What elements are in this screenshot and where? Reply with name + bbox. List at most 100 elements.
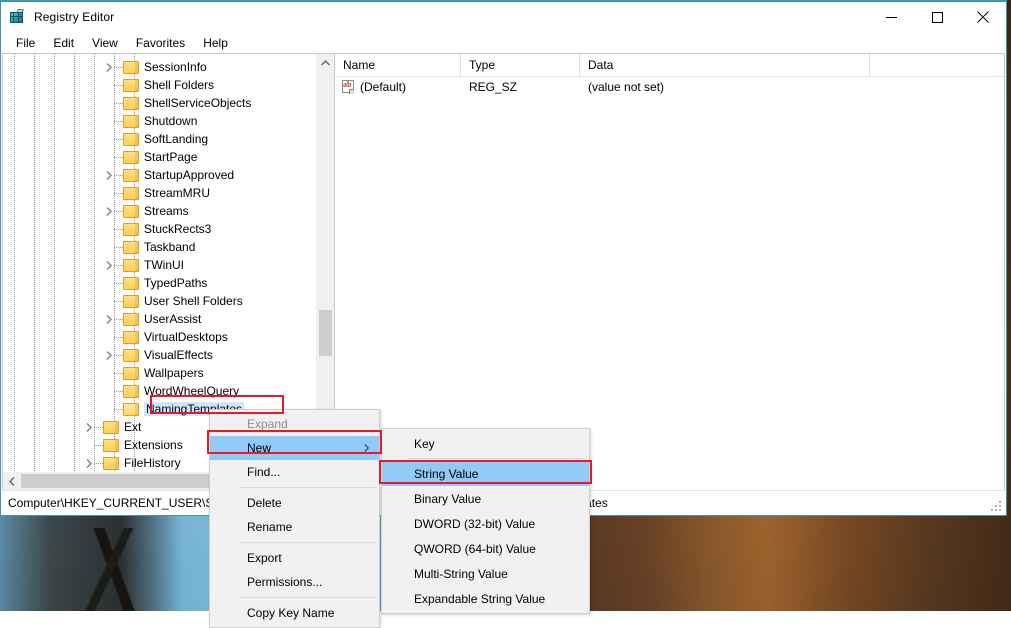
values-column-headers: Name Type Data: [335, 54, 1004, 77]
tree-item-virtualdesktops[interactable]: VirtualDesktops: [3, 328, 317, 346]
folder-icon: [123, 115, 139, 128]
tree-item-userassist[interactable]: UserAssist: [3, 310, 317, 328]
value-name-text: (Default): [360, 80, 407, 94]
tree-item-label: Ext: [124, 420, 142, 434]
tree-item-sessioninfo[interactable]: SessionInfo: [3, 58, 317, 76]
submenu-item-qword-64-bit-value[interactable]: QWORD (64-bit) Value: [382, 536, 589, 561]
context-menu-item-find[interactable]: Find...: [210, 460, 379, 484]
close-button[interactable]: [960, 2, 1006, 32]
submenu-item-expandable-string-value[interactable]: Expandable String Value: [382, 586, 589, 611]
submenu-item-multi-string-value[interactable]: Multi-String Value: [382, 561, 589, 586]
values-rows: ab (Default) REG_SZ (value not set): [335, 77, 1004, 97]
tree-item-shutdown[interactable]: Shutdown: [3, 112, 317, 130]
tree-connector-line: [114, 157, 123, 158]
menu-separator: [240, 542, 377, 543]
scroll-up-button[interactable]: [317, 54, 334, 71]
tree-item-label: VisualEffects: [144, 348, 213, 362]
context-menu-item-rename[interactable]: Rename: [210, 515, 379, 539]
submenu-item-key[interactable]: Key: [382, 431, 589, 456]
tree-item-softlanding[interactable]: SoftLanding: [3, 130, 317, 148]
folder-icon: [123, 97, 139, 110]
submenu-item-binary-value[interactable]: Binary Value: [382, 486, 589, 511]
tree-connector-line: [114, 391, 123, 392]
tree-item-wallpapers[interactable]: Wallpapers: [3, 364, 317, 382]
wallpaper-tree-silhouette: [40, 528, 190, 611]
tree-item-label: VirtualDesktops: [144, 330, 228, 344]
context-menu-item-expand: Expand: [210, 412, 379, 436]
column-header-data[interactable]: Data: [580, 54, 870, 77]
folder-icon: [123, 61, 139, 74]
tree-connector-line: [114, 337, 123, 338]
tree-item-label: ShellServiceObjects: [144, 96, 252, 110]
menu-file[interactable]: File: [7, 34, 44, 52]
tree-connector-line: [114, 319, 123, 320]
context-menu-item-permissions[interactable]: Permissions...: [210, 570, 379, 594]
tree-item-taskband[interactable]: Taskband: [3, 238, 317, 256]
folder-icon: [123, 385, 139, 398]
tree-context-menu[interactable]: Expand New Find... Delete Rename Export Permis…: [209, 409, 380, 628]
tree-item-label: Taskband: [144, 240, 196, 254]
main-panes: SessionInfo Shell Folders ShellServiceObje…: [2, 53, 1005, 491]
tree-connector-line: [94, 445, 103, 446]
tree-item-label: StartPage: [144, 150, 198, 164]
tree-item-streammru[interactable]: StreamMRU: [3, 184, 317, 202]
tree-item-twinui[interactable]: TWinUI: [3, 256, 317, 274]
folder-icon: [123, 331, 139, 344]
context-menu-item-delete[interactable]: Delete: [210, 491, 379, 515]
scroll-left-button[interactable]: [3, 473, 20, 490]
tree-item-label: UserAssist: [144, 312, 202, 326]
tree-item-shellserviceobjects[interactable]: ShellServiceObjects: [3, 94, 317, 112]
tree-item-label: StartupApproved: [144, 168, 235, 182]
registry-editor-icon: [9, 9, 25, 25]
folder-icon: [123, 259, 139, 272]
menu-bar: File Edit View Favorites Help: [1, 32, 1006, 53]
tree-item-visualeffects[interactable]: VisualEffects: [3, 346, 317, 364]
tree-item-label: TWinUI: [144, 258, 184, 272]
tree-connector-line: [114, 175, 123, 176]
tree-item-startupapproved[interactable]: StartupApproved: [3, 166, 317, 184]
context-menu-item-new[interactable]: New: [210, 436, 379, 460]
tree-scroll-thumb[interactable]: [319, 310, 332, 356]
tree-item-wordwheelquery[interactable]: WordWheelQuery: [3, 382, 317, 400]
table-row[interactable]: ab (Default) REG_SZ (value not set): [335, 77, 1004, 97]
column-header-type[interactable]: Type: [461, 54, 580, 77]
tree-item-streams[interactable]: Streams: [3, 202, 317, 220]
submenu-item-string-value[interactable]: String Value: [382, 461, 589, 486]
window-title: Registry Editor: [34, 10, 115, 24]
folder-icon: [103, 421, 119, 434]
menu-edit[interactable]: Edit: [44, 34, 83, 52]
tree-item-user-shell-folders[interactable]: User Shell Folders: [3, 292, 317, 310]
folder-icon: [103, 457, 119, 470]
tree-item-shell-folders[interactable]: Shell Folders: [3, 76, 317, 94]
tree-connector-line: [114, 301, 123, 302]
folder-icon: [123, 349, 139, 362]
tree-item-typedpaths[interactable]: TypedPaths: [3, 274, 317, 292]
context-menu-item-label: Export: [247, 551, 282, 565]
tree-item-label: Shell Folders: [144, 78, 215, 92]
folder-icon: [123, 205, 139, 218]
submenu-item-dword-32-bit-value[interactable]: DWORD (32-bit) Value: [382, 511, 589, 536]
chevron-right-icon: [364, 441, 370, 455]
menu-view[interactable]: View: [83, 34, 127, 52]
registry-values-pane[interactable]: Name Type Data ab (Default) REG_SZ (value n…: [334, 53, 1005, 491]
folder-icon: [123, 403, 139, 416]
title-bar[interactable]: Registry Editor: [1, 2, 1006, 32]
tree-connector-line: [114, 409, 123, 410]
submenu-item-label: QWORD (64-bit) Value: [414, 541, 536, 556]
minimize-button[interactable]: [868, 2, 914, 32]
resize-grip[interactable]: [990, 499, 1002, 511]
tree-connector-line: [114, 211, 123, 212]
context-menu-item-export[interactable]: Export: [210, 546, 379, 570]
tree-item-stuckrects3[interactable]: StuckRects3: [3, 220, 317, 238]
menu-separator: [240, 597, 377, 598]
context-menu-item-copy-key-name[interactable]: Copy Key Name: [210, 601, 379, 625]
menu-favorites[interactable]: Favorites: [127, 34, 194, 52]
tree-item-startpage[interactable]: StartPage: [3, 148, 317, 166]
folder-icon: [123, 367, 139, 380]
menu-help[interactable]: Help: [194, 34, 237, 52]
tree-item-label: FileHistory: [124, 456, 181, 470]
maximize-button[interactable]: [914, 2, 960, 32]
context-menu-item-label: Permissions...: [247, 575, 323, 589]
new-submenu[interactable]: Key String Value Binary Value DWORD (32-bit…: [381, 428, 590, 614]
column-header-name[interactable]: Name: [335, 54, 461, 77]
